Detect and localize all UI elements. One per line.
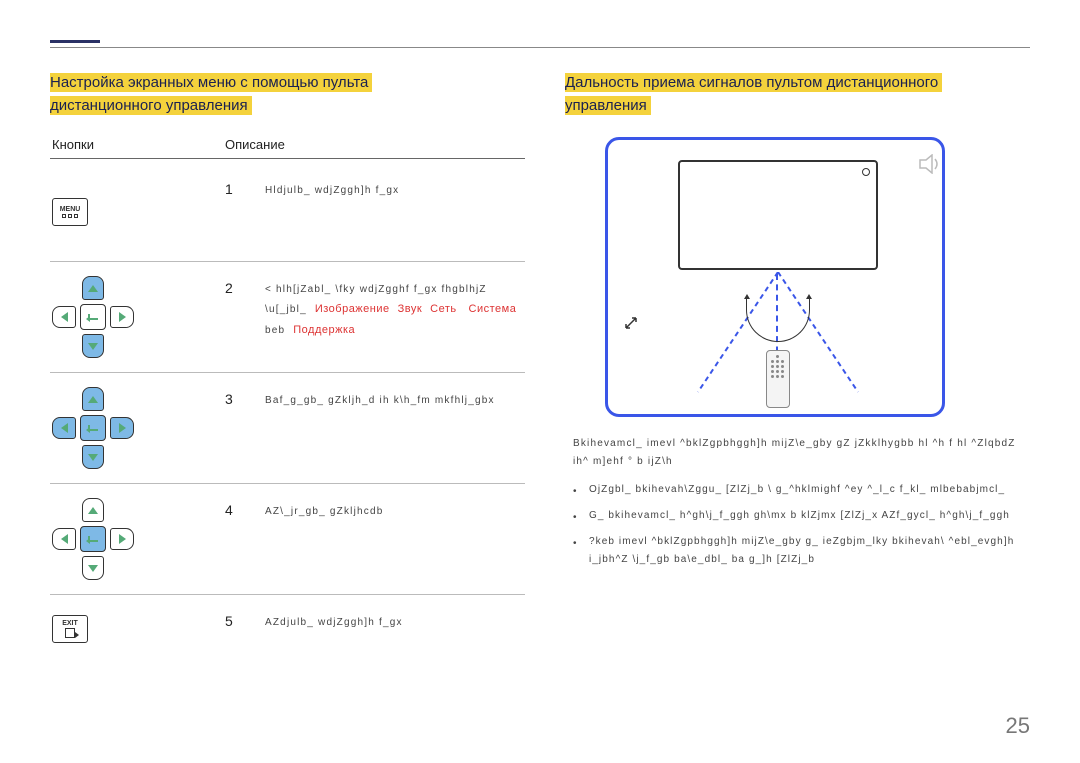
desc-part: \u[_jbl_	[265, 304, 307, 315]
dpad-left-icon	[52, 417, 76, 439]
dpad-enter-icon	[80, 415, 106, 441]
right-column: Дальность приема сигналов пультом дистан…	[565, 72, 1030, 653]
remote-control-icon	[766, 350, 790, 408]
bullet-icon: •	[573, 507, 579, 527]
list-item: • ?keb imevl ^bklZgpbhggh]h mijZ\e_gby g…	[573, 533, 1030, 569]
exit-label: EXIT	[62, 620, 78, 627]
menu-item: Система	[469, 303, 517, 315]
dpad-left-icon	[52, 306, 76, 328]
row-description: Hldjulb_ wdjZggh]h f_gx	[265, 177, 525, 200]
button-cell: EXIT	[50, 609, 225, 649]
table-headers: Кнопки Описание	[50, 137, 525, 152]
dpad-enter-icon	[80, 304, 106, 330]
dpad-left-icon	[52, 528, 76, 550]
row-number: 5	[225, 609, 265, 629]
heading-line2: управления	[565, 96, 651, 115]
header-accent	[50, 40, 100, 43]
menu-item: Изображение	[315, 303, 390, 315]
heading-line2: дистанционного управления	[50, 96, 252, 115]
dpad-up-icon	[82, 387, 104, 411]
row-number: 3	[225, 387, 265, 407]
menu-item: Поддержка	[293, 324, 355, 336]
page-number: 25	[1006, 713, 1030, 739]
dpad-up-icon	[82, 498, 104, 522]
row-description: < hlh[jZabl_ \fky wdjZgghf f_gx fhgblhjZ…	[265, 276, 525, 341]
dpad-enter-icon	[80, 526, 106, 552]
table-row: 2 < hlh[jZabl_ \fky wdjZgghf f_gx fhgblh…	[50, 262, 525, 372]
bullet-text: ?keb imevl ^bklZgpbhggh]h mijZ\e_gby g_ …	[589, 533, 1030, 569]
dpad-up-icon	[82, 276, 104, 300]
table-row: 4 AZ\_jr_gb_ gZkljhcdb	[50, 484, 525, 594]
exit-arrow-icon	[65, 628, 75, 638]
dpad-right-icon	[110, 417, 134, 439]
tv-icon	[678, 160, 878, 270]
button-cell	[50, 498, 225, 580]
dpad-icon	[52, 387, 134, 469]
desc-part: < hlh[jZabl_ \fky wdjZgghf f_gx fhgblhjZ	[265, 284, 487, 295]
content-columns: Настройка экранных меню с помощью пульта…	[50, 72, 1030, 653]
exit-button-icon: EXIT	[52, 615, 88, 643]
row-description: AZ\_jr_gb_ gZkljhcdb	[265, 498, 525, 521]
dpad-down-icon	[82, 445, 104, 469]
distance-arrow-icon	[624, 316, 638, 333]
bullet-text: OjZgbl_ bkihevah\Zggu_ [ZlZj_b \ g_^hklm…	[589, 481, 1030, 501]
dpad-down-icon	[82, 556, 104, 580]
left-heading: Настройка экранных меню с помощью пульта…	[50, 72, 525, 117]
dpad-icon	[52, 276, 134, 358]
button-cell	[50, 387, 225, 469]
button-cell	[50, 276, 225, 358]
col-header-buttons: Кнопки	[50, 137, 225, 152]
table-row: MENU 1 Hldjulb_ wdjZggh]h f_gx	[50, 163, 525, 261]
menu-item: Сеть	[430, 303, 456, 315]
usage-paragraph: Bkihevamcl_ imevl ^bklZgpbhggh]h mijZ\e_…	[573, 435, 1030, 471]
menu-label: MENU	[60, 206, 81, 213]
table-top-rule	[50, 158, 525, 159]
bullet-icon: •	[573, 481, 579, 501]
range-diagram	[605, 137, 945, 417]
row-number: 4	[225, 498, 265, 518]
row-number: 1	[225, 177, 265, 197]
row-number: 2	[225, 276, 265, 296]
row-description: AZdjulb_ wdjZggh]h f_gx	[265, 609, 525, 632]
row-description: Baf_g_gb_ gZkljh_d ih k\h_fm mkfhlj_gbx	[265, 387, 525, 410]
list-item: • G_ bkihevamcl_ h^gh\j_f_ggh gh\mx b kl…	[573, 507, 1030, 527]
col-header-desc: Описание	[225, 137, 525, 152]
menu-button-icon: MENU	[52, 198, 88, 226]
dpad-icon	[52, 498, 134, 580]
table-row: EXIT 5 AZdjulb_ wdjZggh]h f_gx	[50, 595, 525, 653]
table-row: 3 Baf_g_gb_ gZkljh_d ih k\h_fm mkfhlj_gb…	[50, 373, 525, 483]
heading-line1: Настройка экранных меню с помощью пульта	[50, 73, 372, 92]
bullet-text: G_ bkihevamcl_ h^gh\j_f_ggh gh\mx b klZj…	[589, 507, 1030, 527]
dpad-right-icon	[110, 528, 134, 550]
header-rule	[50, 47, 1030, 48]
right-heading: Дальность приема сигналов пультом дистан…	[565, 72, 1030, 117]
menu-item: Звук	[398, 303, 423, 315]
list-item: • OjZgbl_ bkihevah\Zggu_ [ZlZj_b \ g_^hk…	[573, 481, 1030, 501]
button-cell: MENU	[50, 177, 225, 247]
desc-part: beb	[265, 325, 285, 336]
left-column: Настройка экранных меню с помощью пульта…	[50, 72, 525, 653]
dpad-right-icon	[110, 306, 134, 328]
bullet-list: • OjZgbl_ bkihevah\Zggu_ [ZlZj_b \ g_^hk…	[573, 481, 1030, 569]
dpad-down-icon	[82, 334, 104, 358]
heading-line1: Дальность приема сигналов пультом дистан…	[565, 73, 942, 92]
bullet-icon: •	[573, 533, 579, 569]
